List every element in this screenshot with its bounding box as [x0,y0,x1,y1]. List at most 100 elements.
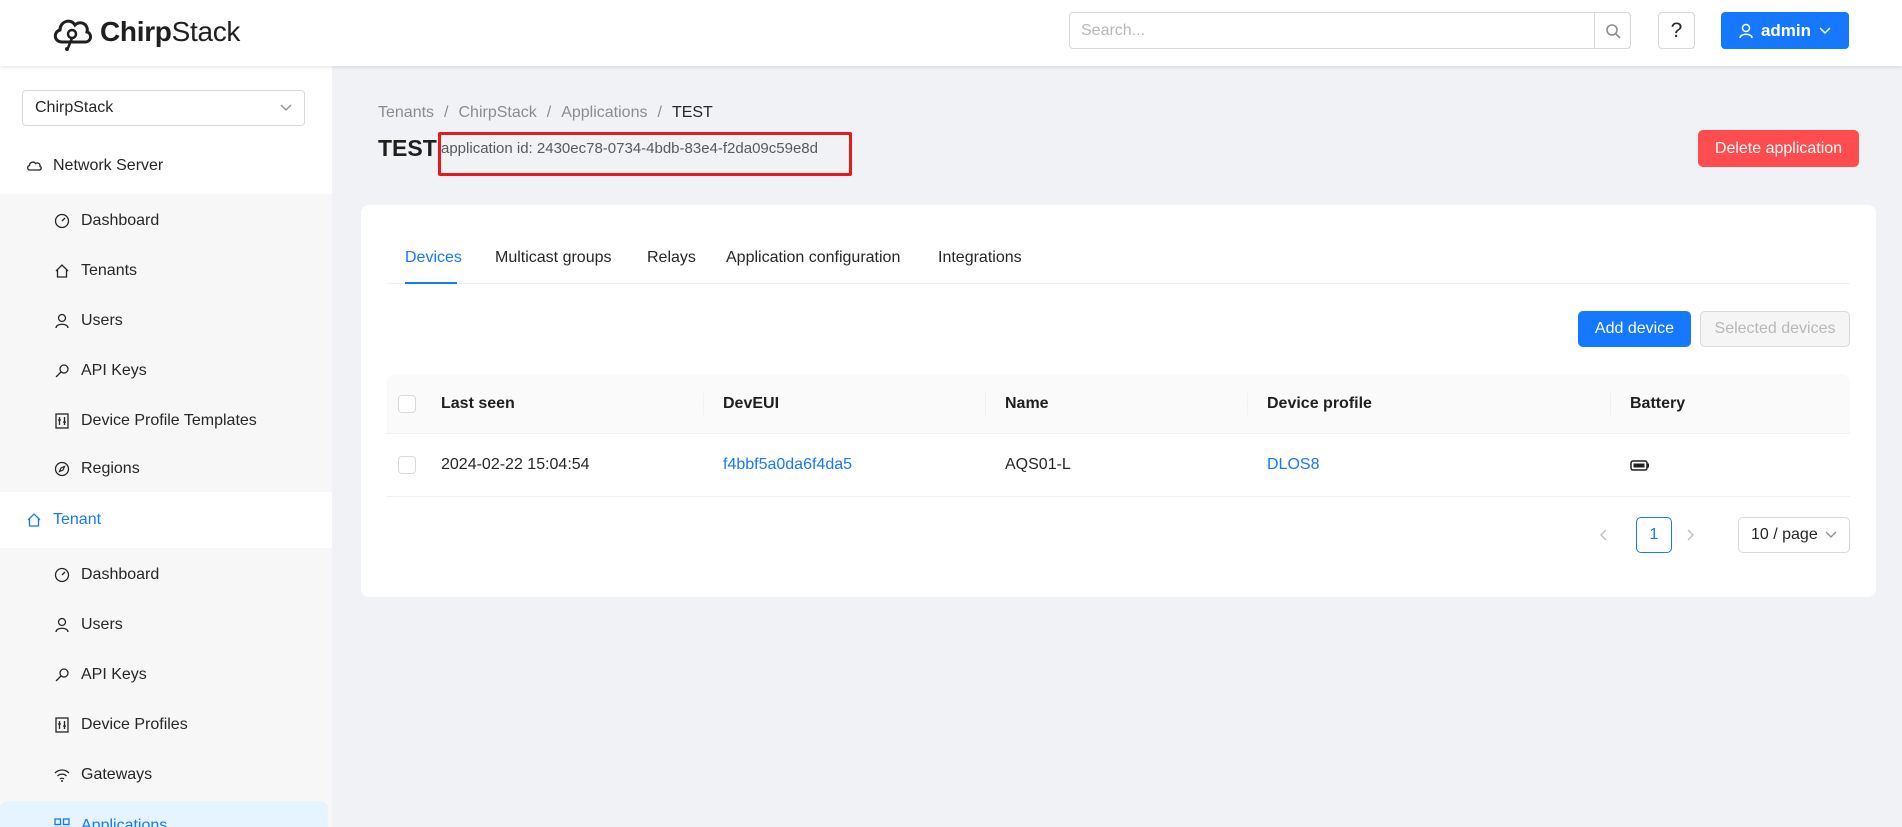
column-header-name[interactable]: Name [1005,374,1049,433]
chevron-left-icon [1600,529,1607,541]
breadcrumb: Tenants / ChirpStack / Applications / TE… [378,104,713,122]
sidebar-item-tenant-users[interactable]: Users [0,603,332,647]
tab-integrations[interactable]: Integrations [938,249,1022,267]
table-row[interactable]: 2024-02-22 15:04:54 f4bbf5a0da6f4da5 AQS… [387,434,1850,497]
wifi-icon [54,767,70,783]
sidebar-item-label: Applications [81,817,168,827]
sidebar-item-device-profile-templates[interactable]: Device Profile Templates [0,399,332,443]
pagination-prev-button[interactable] [1587,517,1619,553]
page-size-select[interactable]: 10 / page [1738,517,1850,553]
search-box [1069,12,1631,49]
devices-table: Last seen DevEUI Name Device profile Bat… [387,374,1850,497]
search-button[interactable] [1594,13,1630,48]
column-separator [703,393,704,415]
battery-icon [1630,459,1649,471]
user-name: admin [1760,20,1812,40]
column-separator [1610,393,1611,415]
help-button[interactable]: ? [1658,12,1695,49]
sidebar-item-label: Users [81,616,123,633]
column-header-deveui[interactable]: DevEUI [723,374,779,433]
sidebar-item-label: Dashboard [81,566,160,583]
chirpstack-logo[interactable]: ChirpStack [50,10,240,54]
cell-deveui-link[interactable]: f4bbf5a0da6f4da5 [723,434,852,496]
sidebar-item-gateways[interactable]: Gateways [0,753,332,797]
cell-battery [1630,434,1650,496]
sidebar-item-applications[interactable]: Applications [0,801,328,827]
chevron-down-icon [1819,26,1831,34]
user-icon [1739,23,1753,38]
selected-devices-button[interactable]: Selected devices [1700,311,1850,347]
sidebar-item-ns-users[interactable]: Users [0,299,332,343]
cell-name: AQS01-L [1005,456,1071,473]
breadcrumb-current: TEST [671,104,713,121]
table-header: Last seen DevEUI Name Device profile Bat… [387,374,1850,434]
home-icon [54,263,70,279]
highlight-annotation-box [438,132,852,176]
breadcrumb-tenants[interactable]: Tenants [378,104,434,122]
user-icon [54,617,70,633]
column-separator [985,393,986,415]
profile-template-icon [54,413,70,429]
sidebar-item-label: API Keys [81,362,147,379]
profile-icon [54,717,70,733]
chevron-down-icon [280,104,292,111]
breadcrumb-chirpstack[interactable]: ChirpStack [459,104,537,122]
column-separator [1247,393,1248,415]
tab-application-configuration[interactable]: Application configuration [726,249,900,267]
tab-multicast-groups[interactable]: Multicast groups [495,249,612,267]
tab-bar: Devices Multicast groups Relays Applicat… [387,205,1850,284]
sidebar-item-tenant-dashboard[interactable]: Dashboard [0,553,332,597]
column-header-device-profile[interactable]: Device profile [1267,374,1372,433]
breadcrumb-separator: / [657,104,662,121]
pagination-page-1[interactable]: 1 [1636,517,1672,553]
key-icon [54,667,70,683]
page-size-value: 10 / page [1751,526,1818,543]
dashboard-icon [54,567,70,583]
search-input[interactable] [1070,13,1594,48]
menu-group-label: Network Server [53,157,164,174]
cloud-icon [26,158,42,174]
search-icon [1605,23,1621,39]
devices-card: Devices Multicast groups Relays Applicat… [361,205,1876,597]
delete-application-button[interactable]: Delete application [1698,130,1859,167]
user-icon [54,313,70,329]
sidebar-item-label: Users [81,312,123,329]
sidebar-item-ns-api-keys[interactable]: API Keys [0,349,332,393]
sidebar-item-regions[interactable]: Regions [0,447,332,491]
apps-icon [54,818,70,827]
tab-devices[interactable]: Devices [405,249,462,267]
chevron-right-icon [1687,529,1694,541]
sidebar-item-ns-dashboard[interactable]: Dashboard [0,199,332,243]
dashboard-icon [54,213,70,229]
pagination-next-button[interactable] [1675,517,1707,553]
sidebar-item-tenants[interactable]: Tenants [0,249,332,293]
compass-icon [54,461,70,477]
menu-group-tenant[interactable]: Tenant [0,498,332,542]
sidebar-item-device-profiles[interactable]: Device Profiles [0,703,332,747]
page-title: TEST [378,135,437,161]
select-all-checkbox[interactable] [398,394,416,413]
breadcrumb-separator: / [546,104,552,121]
tenant-select[interactable]: ChirpStack [22,90,305,126]
sidebar-item-label: Tenants [81,262,138,279]
row-checkbox[interactable] [398,456,416,474]
menu-group-network-server[interactable]: Network Server [0,144,332,188]
add-device-button[interactable]: Add device [1578,311,1691,347]
user-menu-button[interactable]: admin [1721,12,1849,49]
sidebar-item-label: Regions [81,460,140,477]
sidebar-item-label: Dashboard [81,212,160,229]
column-header-last-seen[interactable]: Last seen [441,374,515,433]
column-header-battery[interactable]: Battery [1630,374,1685,433]
home-icon [26,512,42,528]
breadcrumb-applications[interactable]: Applications [561,104,647,122]
sidebar-item-label: Device Profiles [81,716,188,733]
row-select-cell [398,434,416,496]
tab-relays[interactable]: Relays [647,249,696,267]
cell-last-seen: 2024-02-22 15:04:54 [441,456,590,473]
cell-device-profile-link[interactable]: DLOS8 [1267,434,1319,496]
select-all-cell [398,374,416,433]
top-header: ChirpStack ? admin [0,0,1902,66]
cloud-logo-icon [53,19,92,51]
sidebar-item-tenant-api-keys[interactable]: API Keys [0,653,332,697]
chevron-down-icon [1825,531,1837,538]
